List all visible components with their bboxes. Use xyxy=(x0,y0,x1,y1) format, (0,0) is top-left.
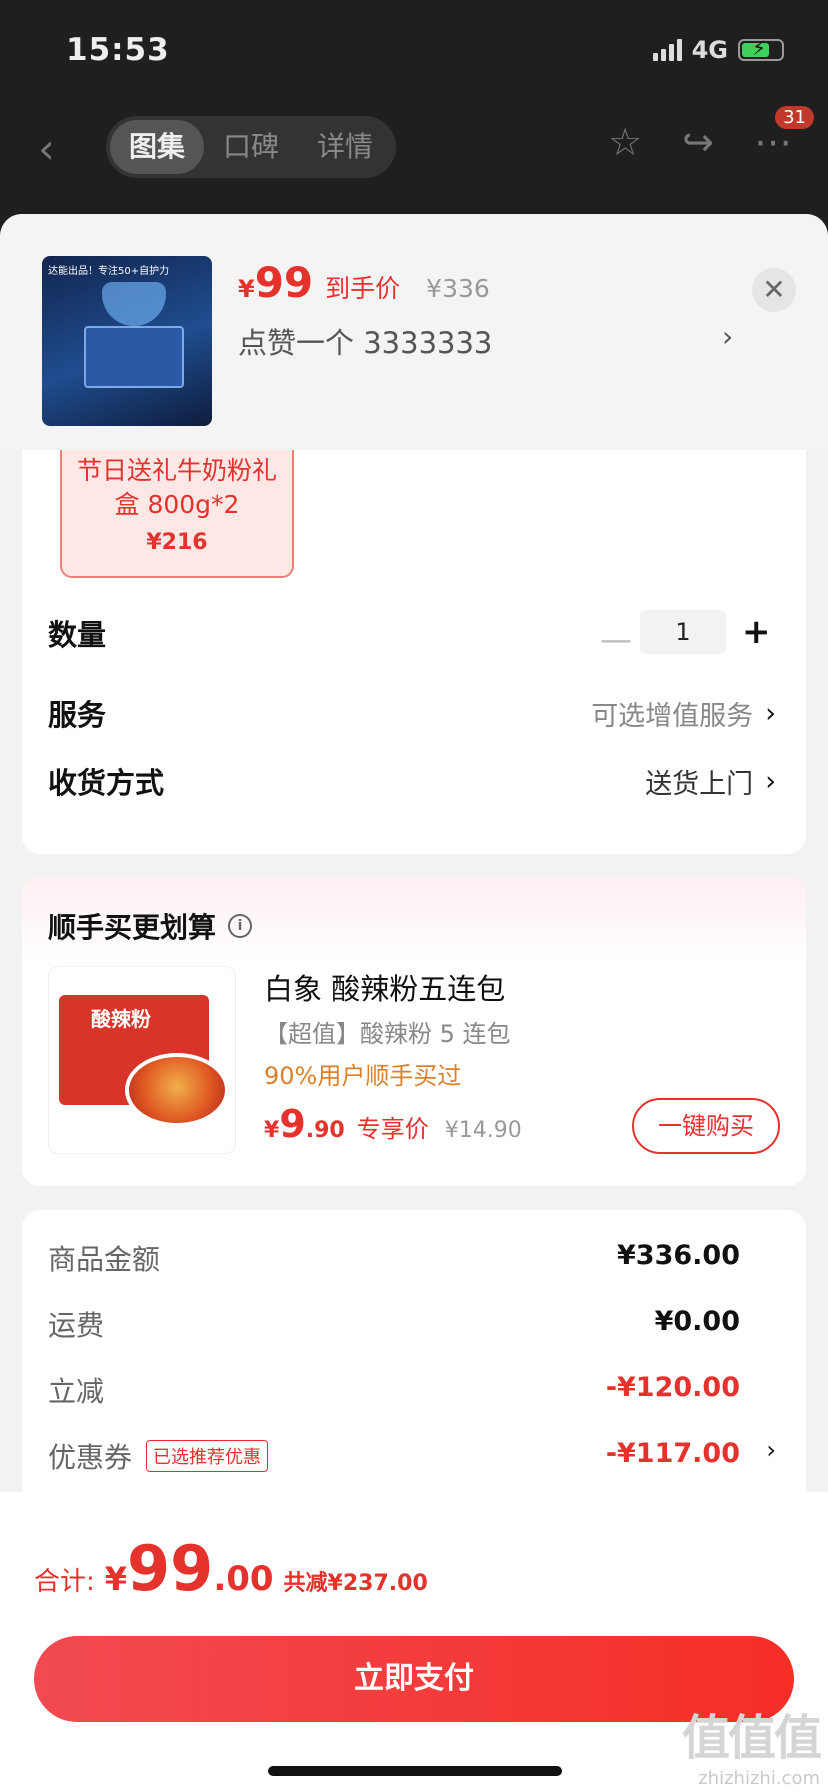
service-label: 服务 xyxy=(48,698,107,732)
summary-value-goods: ¥336.00 xyxy=(617,1240,740,1271)
tab-reviews[interactable]: 口碑 xyxy=(204,120,298,174)
addon-price-dec: .90 xyxy=(305,1118,345,1143)
status-indicators: 4G ⚡ xyxy=(652,36,784,64)
status-bar: 15:53 4G ⚡ xyxy=(0,0,828,100)
back-icon[interactable]: ‹ xyxy=(38,124,55,173)
tab-gallery[interactable]: 图集 xyxy=(110,120,204,174)
product-subtitle[interactable]: 点赞一个 3333333 xyxy=(238,320,492,362)
checkout-bar: 合计: ¥ 99 .00 共减¥237.00 立即支付 值值值 zhizhizh… xyxy=(0,1492,828,1792)
thumbnail-caption: 达能出品！专注50+自护力 xyxy=(48,266,170,277)
summary-coupon-row[interactable]: 优惠券 已选推荐优惠 xyxy=(48,1436,269,1476)
price-value: 99 xyxy=(254,258,314,307)
coupon-tag: 已选推荐优惠 xyxy=(146,1440,269,1472)
product-summary: 达能出品！专注50+自护力 ¥ 99 到手价 ¥336 点赞一个 3333333… xyxy=(0,214,828,450)
quantity-label: 数量 xyxy=(48,618,107,652)
total-int: 99 xyxy=(127,1532,214,1605)
message-badge: 31 xyxy=(775,106,814,129)
addon-title-text: 顺手买更划算 xyxy=(48,911,217,944)
service-value: 可选增值服务 xyxy=(591,701,754,732)
addon-original-price: ¥14.90 xyxy=(444,1118,522,1143)
chevron-right-icon: › xyxy=(765,766,776,797)
summary-label-goods: 商品金额 xyxy=(48,1243,161,1276)
quantity-plus-icon[interactable]: + xyxy=(742,612,771,652)
chevron-right-icon[interactable]: › xyxy=(766,1436,776,1464)
summary-label-shipping: 运费 xyxy=(48,1309,105,1342)
summary-value-discount: -¥120.00 xyxy=(605,1372,740,1403)
signal-icon xyxy=(652,39,682,61)
chevron-right-icon[interactable]: › xyxy=(722,320,733,353)
favorite-star-icon[interactable]: ☆ xyxy=(608,120,642,164)
price-currency: ¥ xyxy=(238,275,255,303)
status-time: 15:53 xyxy=(66,32,170,68)
product-thumbnail: 达能出品！专注50+自护力 xyxy=(42,256,212,426)
watermark-mark: 值值值 xyxy=(681,1710,822,1766)
close-button[interactable]: ✕ xyxy=(752,268,796,312)
summary-value-coupon: -¥117.00 xyxy=(605,1438,740,1469)
summary-label-coupon: 优惠券 xyxy=(48,1441,133,1474)
pay-now-button[interactable]: 立即支付 xyxy=(34,1636,794,1722)
addon-price-int: 9 xyxy=(279,1102,306,1146)
price-summary-card: 商品金额 ¥336.00 运费 ¥0.00 立减 -¥120.00 优惠券 已选… xyxy=(22,1210,806,1510)
addon-product-name[interactable]: 白象 酸辣粉五连包 xyxy=(264,966,505,1008)
addon-price: ¥ 9 .90 专享价 ¥14.90 xyxy=(264,1102,522,1146)
gift-box-graphic xyxy=(84,326,184,388)
spec-option-price: ¥216 xyxy=(146,530,208,555)
addon-description: 【超值】酸辣粉 5 连包 xyxy=(264,1020,511,1048)
home-indicator xyxy=(268,1766,562,1776)
nav-actions: ☆ ↪ ⋯ xyxy=(608,120,792,164)
total-saved: 共减¥237.00 xyxy=(283,1571,428,1596)
quantity-input[interactable]: 1 xyxy=(640,610,726,654)
original-price: ¥336 xyxy=(426,274,490,303)
total-currency: ¥ xyxy=(104,1560,128,1598)
quantity-minus-icon[interactable]: — xyxy=(600,620,632,658)
network-label: 4G xyxy=(691,36,728,64)
nav-bar: ‹ 图集 口碑 详情 ☆ ↪ ⋯ 31 xyxy=(0,106,828,184)
one-click-buy-button[interactable]: 一键购买 xyxy=(632,1098,780,1154)
delivery-label: 收货方式 xyxy=(48,766,165,800)
addon-card: 顺手买更划算 i 酸辣粉 白象 酸辣粉五连包 【超值】酸辣粉 5 连包 90%用… xyxy=(22,876,806,1186)
watermark: 值值值 zhizhizhi.com xyxy=(681,1698,822,1789)
service-selector[interactable]: 可选增值服务 › xyxy=(591,694,776,733)
spec-option-selected[interactable]: 节日送礼牛奶粉礼盒 800g*2 ¥216 xyxy=(60,430,294,578)
addon-thumbnail[interactable]: 酸辣粉 xyxy=(48,966,236,1154)
addon-price-label: 专享价 xyxy=(356,1115,429,1143)
noodle-bowl-graphic xyxy=(125,1053,229,1127)
watermark-site: zhizhizhi.com xyxy=(698,1768,820,1789)
summary-label-discount: 立减 xyxy=(48,1375,105,1408)
summary-value-shipping: ¥0.00 xyxy=(654,1306,740,1337)
addon-title: 顺手买更划算 i xyxy=(48,906,253,946)
purchase-sheet: 达能出品！专注50+自护力 ¥ 99 到手价 ¥336 点赞一个 3333333… xyxy=(0,214,828,1792)
info-icon[interactable]: i xyxy=(228,914,253,938)
battery-icon: ⚡ xyxy=(738,36,784,61)
addon-thumb-logo: 酸辣粉 xyxy=(91,1007,151,1031)
tab-details[interactable]: 详情 xyxy=(298,120,392,174)
gallery-tabs: 图集 口碑 详情 xyxy=(106,116,396,178)
shield-graphic xyxy=(102,282,166,326)
chevron-right-icon: › xyxy=(765,698,776,729)
close-icon: ✕ xyxy=(762,273,786,306)
delivery-selector[interactable]: 送货上门 › xyxy=(645,762,776,801)
total-line: 合计: ¥ 99 .00 共减¥237.00 xyxy=(34,1532,428,1605)
price-label: 到手价 xyxy=(325,274,401,303)
addon-price-currency: ¥ xyxy=(264,1118,280,1143)
share-icon[interactable]: ↪ xyxy=(682,120,714,164)
total-label: 合计: xyxy=(34,1567,95,1597)
total-dec: .00 xyxy=(213,1559,274,1599)
addon-stat: 90%用户顺手买过 xyxy=(264,1062,462,1090)
spec-card: 节日送礼牛奶粉礼盒 800g*2 ¥216 数量 — 1 + 服务 可选增值服务… xyxy=(22,394,806,854)
product-price: ¥ 99 到手价 ¥336 xyxy=(238,258,490,307)
spec-option-name: 节日送礼牛奶粉礼盒 800g*2 xyxy=(76,456,277,519)
delivery-value: 送货上门 xyxy=(645,769,754,800)
